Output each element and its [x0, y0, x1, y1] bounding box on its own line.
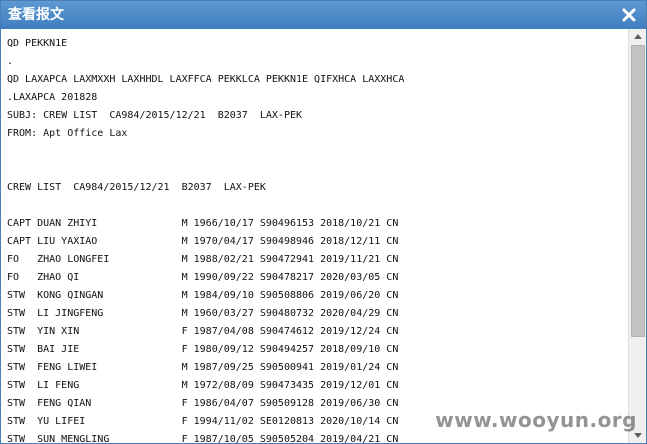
watermark: www.wooyun.org: [435, 408, 637, 432]
message-text: QD PEKKN1E. QD LAXAPCA LAXMXXH LAXHHDL LA…: [7, 35, 404, 443]
message-line: [7, 197, 404, 215]
message-line: STW KONG QINGAN M 1984/09/10 S90508806 2…: [7, 290, 399, 301]
message-line: STW SUN MENGLING F 1987/10/05 S90505204 …: [7, 434, 399, 443]
message-line: [7, 161, 404, 179]
dialog-titlebar[interactable]: 查看报文: [1, 1, 646, 29]
message-line: SUBJ: CREW LIST CA984/2015/12/21 B2037 L…: [7, 110, 303, 121]
message-line: STW LI JINGFENG M 1960/03/27 S90480732 2…: [7, 308, 399, 319]
message-content: QD PEKKN1E. QD LAXAPCA LAXMXXH LAXHHDL LA…: [1, 29, 628, 443]
message-line: STW YU LIFEI F 1994/11/02 SE0120813 2020…: [7, 416, 399, 427]
close-icon: [622, 8, 636, 22]
message-line: CAPT LIU YAXIAO M 1970/04/17 S90498946 2…: [7, 236, 399, 247]
dialog-title: 查看报文: [8, 7, 64, 23]
view-message-dialog: 查看报文 QD PEKKN1E. QD LAXAPCA LAXMXXH LAXHH…: [0, 0, 647, 444]
scroll-up-arrow-icon[interactable]: [629, 29, 646, 44]
message-line: FROM: Apt Office Lax: [7, 128, 128, 139]
message-line: FO ZHAO QI M 1990/09/22 S90478217 2020/0…: [7, 272, 399, 283]
scrollbar-thumb[interactable]: [631, 45, 645, 337]
message-line: STW FENG QIAN F 1986/04/07 S90509128 201…: [7, 398, 399, 409]
message-line: QD LAXAPCA LAXMXXH LAXHHDL LAXFFCA PEKKL…: [7, 74, 405, 85]
message-line: STW YIN XIN F 1987/04/08 S90474612 2019/…: [7, 326, 399, 337]
message-line: STW BAI JIE F 1980/09/12 S90494257 2018/…: [7, 344, 399, 355]
message-line: .LAXAPCA 201828: [7, 92, 98, 103]
message-line: CAPT DUAN ZHIYI M 1966/10/17 S90496153 2…: [7, 218, 399, 229]
message-line: FO ZHAO LONGFEI M 1988/02/21 S90472941 2…: [7, 254, 399, 265]
message-line: [7, 143, 404, 161]
vertical-scrollbar[interactable]: [628, 29, 646, 443]
message-line: STW FENG LIWEI M 1987/09/25 S90500941 20…: [7, 362, 399, 373]
close-button[interactable]: [620, 6, 638, 24]
message-line: QD PEKKN1E: [7, 38, 68, 49]
message-line: .: [7, 56, 14, 67]
message-line: CREW LIST CA984/2015/12/21 B2037 LAX-PEK: [7, 182, 266, 193]
message-line: STW LI FENG M 1972/08/09 S90473435 2019/…: [7, 380, 399, 391]
